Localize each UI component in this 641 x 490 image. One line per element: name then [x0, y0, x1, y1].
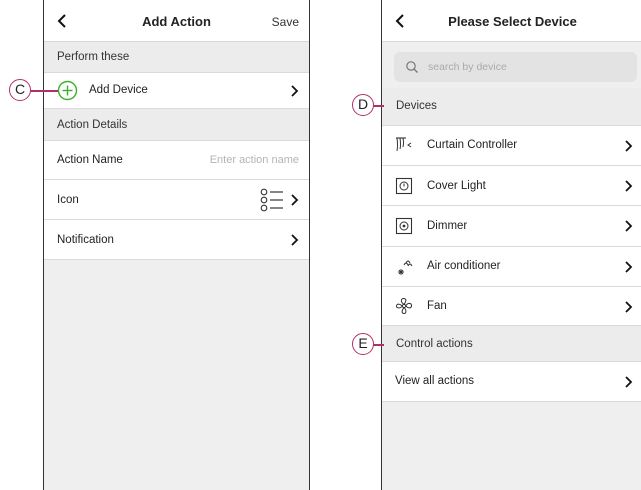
device-row-fan[interactable]: Fan	[382, 287, 641, 326]
callout-d: D	[352, 94, 374, 116]
device-row-dimmer[interactable]: Dimmer	[382, 206, 641, 247]
search-bar[interactable]: search by device	[394, 52, 637, 82]
navigation-bar: Please Select Device	[382, 0, 641, 42]
section-control-actions: Control actions	[382, 326, 641, 362]
search-input[interactable]: search by device	[428, 61, 507, 73]
device-label: Curtain Controller	[427, 139, 518, 151]
navigation-bar: Add Action Save	[44, 0, 309, 42]
chevron-right-icon	[625, 140, 633, 152]
device-label: Air conditioner	[427, 260, 501, 272]
add-device-label: Add Device	[89, 84, 148, 96]
save-button[interactable]: Save	[272, 15, 299, 29]
device-row-cover-light[interactable]: Cover Light	[382, 166, 641, 206]
cover-light-icon	[395, 177, 413, 195]
back-icon[interactable]	[390, 10, 412, 32]
chevron-right-icon	[291, 234, 299, 246]
device-row-curtain-controller[interactable]: Curtain Controller	[382, 126, 641, 166]
chevron-right-icon	[625, 180, 633, 192]
callout-c: C	[9, 79, 31, 101]
dimmer-icon	[395, 217, 413, 235]
section-label: Control actions	[396, 338, 473, 350]
section-devices: Devices	[382, 88, 641, 126]
device-row-air-conditioner[interactable]: Air conditioner	[382, 247, 641, 287]
curtain-icon	[396, 137, 412, 152]
section-action-details: Action Details	[44, 109, 309, 141]
fan-icon	[395, 297, 413, 315]
chevron-right-icon	[625, 220, 633, 232]
add-device-row[interactable]: Add Device	[44, 73, 309, 109]
view-all-actions-row[interactable]: View all actions	[382, 362, 641, 402]
device-label: Cover Light	[427, 180, 486, 192]
section-label: Perform these	[57, 51, 130, 63]
icon-row[interactable]: Icon	[44, 180, 309, 220]
section-label: Action Details	[57, 119, 128, 131]
section-label: Devices	[396, 100, 437, 112]
callout-e: E	[352, 333, 374, 355]
notification-label: Notification	[57, 234, 114, 246]
chevron-right-icon	[625, 301, 633, 313]
page-title: Add Action	[142, 14, 211, 29]
back-icon[interactable]	[52, 10, 74, 32]
add-action-screen: Add Action Save Perform these Add Device…	[43, 0, 310, 490]
icon-label: Icon	[57, 194, 79, 206]
action-name-input[interactable]: Enter action name	[210, 154, 299, 166]
notification-row[interactable]: Notification	[44, 220, 309, 260]
action-name-row: Action Name Enter action name	[44, 141, 309, 180]
device-label: Fan	[427, 300, 447, 312]
chevron-right-icon	[625, 261, 633, 273]
list-icon	[260, 188, 283, 212]
add-circle-icon	[57, 80, 78, 101]
page-title: Please Select Device	[448, 14, 577, 29]
chevron-right-icon	[291, 85, 299, 97]
search-icon	[406, 61, 418, 73]
chevron-right-icon	[291, 194, 299, 206]
section-perform-these: Perform these	[44, 42, 309, 73]
chevron-right-icon	[625, 376, 633, 388]
air-conditioner-icon	[398, 260, 413, 275]
action-name-label: Action Name	[57, 154, 123, 166]
callout-line-c	[30, 90, 58, 92]
device-label: Dimmer	[427, 220, 468, 232]
view-all-actions-label: View all actions	[395, 375, 475, 387]
select-device-screen: Please Select Device search by device De…	[381, 0, 641, 490]
